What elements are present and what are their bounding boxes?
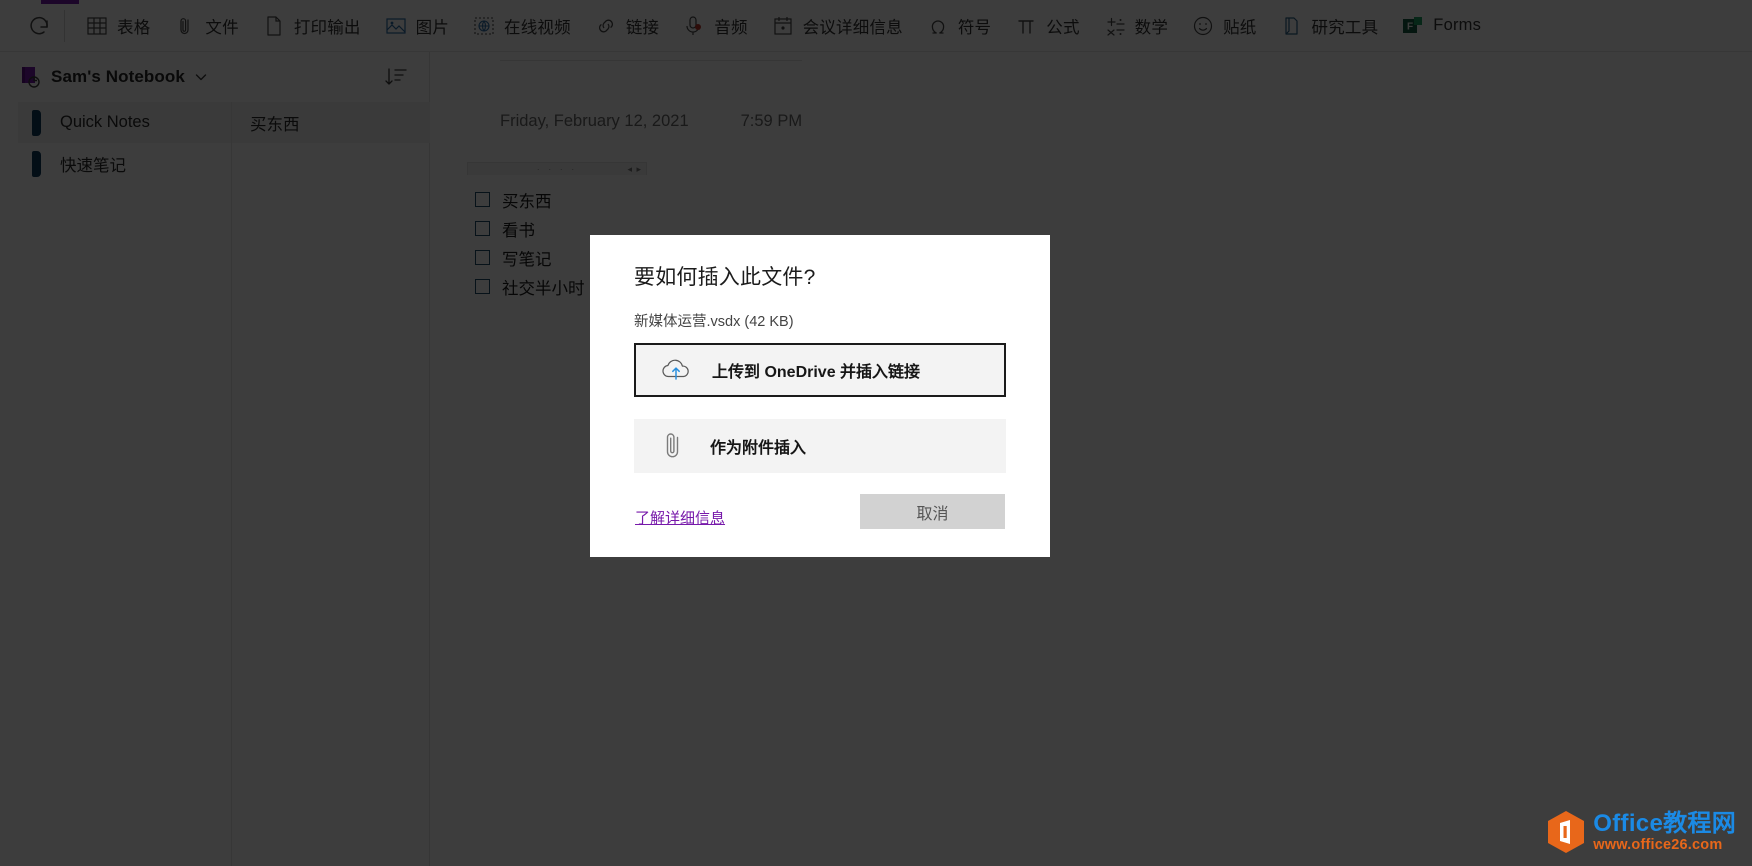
cancel-button[interactable]: 取消 [860, 494, 1005, 529]
watermark-text: Office教程网 www.office26.com [1593, 809, 1736, 853]
cloud-upload-icon [658, 357, 694, 383]
learn-more-link[interactable]: 了解详细信息 [635, 507, 725, 528]
watermark: Office教程网 www.office26.com [1546, 810, 1736, 854]
insert-file-dialog: 要如何插入此文件? 新媒体运营.vsdx (42 KB) 上传到 OneDriv… [590, 235, 1050, 557]
insert-as-attachment-button[interactable]: 作为附件插入 [634, 419, 1006, 473]
insert-as-attachment-label: 作为附件插入 [710, 440, 807, 457]
watermark-name: Office教程网 [1593, 809, 1736, 837]
upload-to-onedrive-button[interactable]: 上传到 OneDrive 并插入链接 [634, 343, 1006, 397]
app-root: 表格 文件 打印输出 [0, 0, 1752, 866]
dialog-footer: 了解详细信息 取消 [590, 485, 1050, 545]
paperclip-icon [656, 431, 692, 461]
watermark-url: www.office26.com [1593, 836, 1723, 853]
office-hex-logo-icon [1546, 810, 1586, 854]
dialog-file-info: 新媒体运营.vsdx (42 KB) [634, 314, 794, 330]
upload-to-onedrive-label: 上传到 OneDrive 并插入链接 [712, 364, 921, 381]
dialog-title: 要如何插入此文件? [634, 266, 816, 289]
